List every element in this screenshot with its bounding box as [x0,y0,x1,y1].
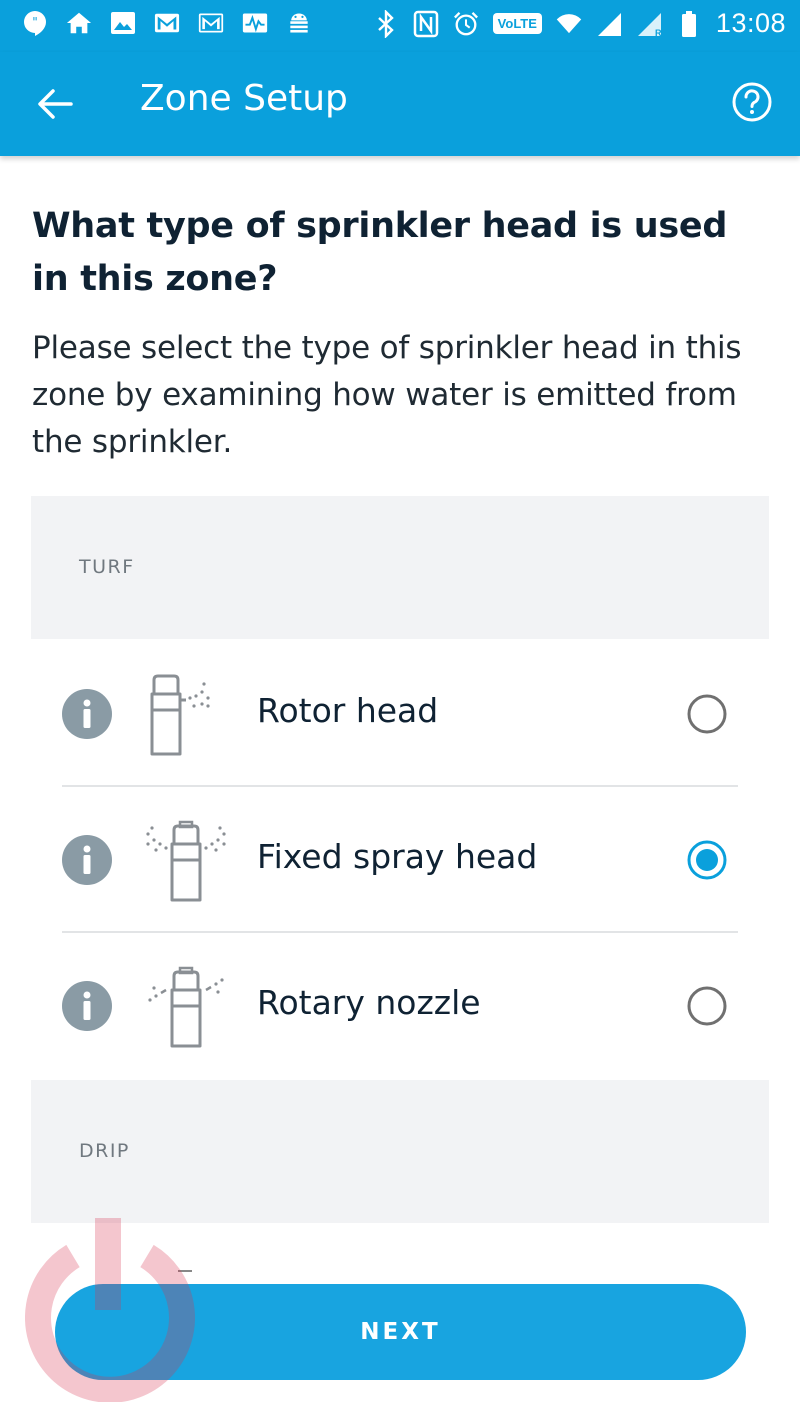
gmail-icon [154,10,180,36]
help-circle-icon [732,82,772,122]
page-title: Zone Setup [140,78,348,119]
fixed-spray-head-icon [146,820,226,902]
info-icon[interactable] [62,981,112,1031]
battery-icon [676,10,702,37]
wifi-icon [556,11,582,37]
section-header-drip: DRIP [31,1080,769,1223]
option-rotary-nozzle[interactable]: Rotary nozzle [62,933,738,1079]
image-icon [110,10,136,36]
option-label: Rotary nozzle [257,983,481,1022]
alarm-icon [453,11,479,37]
info-icon[interactable] [62,689,112,739]
option-label: Fixed spray head [257,837,538,876]
radio-button-selected[interactable] [686,839,728,881]
status-bar: " VoLTE R 13:08 [0,0,800,52]
svg-text:R: R [655,28,662,37]
clock-time: 13:08 [715,8,786,38]
hangouts-icon: " [22,10,48,36]
power-logo-watermark [25,1218,195,1402]
rotor-head-icon [150,674,210,756]
app-bar: Zone Setup [0,52,800,156]
home-icon [66,10,92,36]
system-icons: VoLTE R 13:08 [373,8,786,39]
notification-icons: " [22,10,312,36]
back-button[interactable] [30,79,80,129]
section-label: DRIP [79,1140,130,1162]
option-rotor-head[interactable]: Rotor head [62,641,738,787]
svg-text:": " [32,15,38,29]
option-fixed-spray-head[interactable]: Fixed spray head [62,787,738,933]
signal-roaming-icon: R [636,11,662,37]
section-label: TURF [79,556,135,578]
help-button[interactable] [730,80,774,124]
nfc-icon [413,10,439,37]
section-header-turf: TURF [31,496,769,639]
bluetooth-icon [373,9,399,38]
signal-icon [596,11,622,37]
android-debug-icon [286,10,312,36]
option-label: Rotor head [257,691,439,730]
volte-icon: VoLTE [492,13,542,34]
question-heading: What type of sprinkler head is used in t… [32,206,728,299]
radio-button[interactable] [686,693,728,735]
question-description: Please select the type of sprinkler head… [32,330,742,460]
activity-icon [242,10,268,36]
arrow-back-icon [38,89,73,119]
gmail-icon [198,10,224,36]
radio-button[interactable] [686,985,728,1027]
info-icon[interactable] [62,835,112,885]
rotary-nozzle-icon [148,966,224,1048]
